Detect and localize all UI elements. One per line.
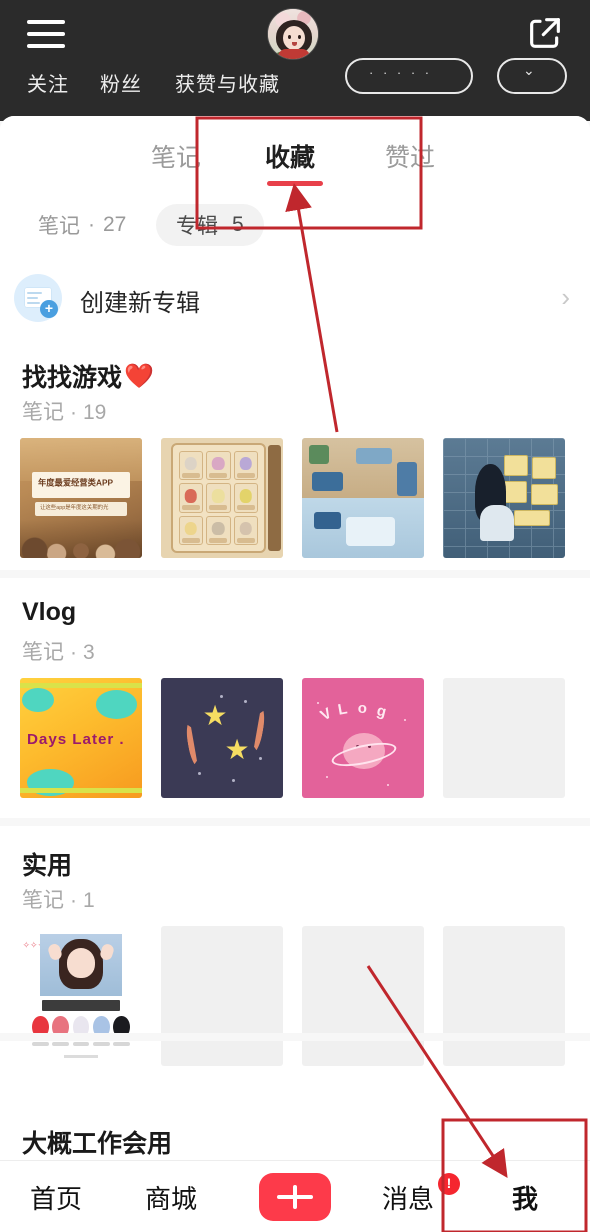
messages-badge: !	[438, 1173, 460, 1195]
thumb-subcaption: 让这些app是年度这关期的光	[40, 505, 109, 511]
album-section[interactable]: Vlog 笔记 · 3 Days Later . ★ ★ V L o g	[0, 578, 590, 826]
thumb-empty-slot[interactable]	[161, 926, 283, 1066]
thumb-stars-night[interactable]: ★ ★	[161, 678, 283, 798]
album-meta: 笔记 · 1	[22, 884, 95, 914]
album-add-icon: +	[14, 274, 62, 322]
next-album-title: 大概工作会用	[22, 1130, 173, 1158]
edit-profile-label: · · · · ·	[369, 65, 433, 80]
thumb-character-grid[interactable]	[161, 438, 283, 558]
stat-likes-collections[interactable]: 获赞与收藏	[175, 68, 280, 97]
thumb-color-palette[interactable]: ✧✧✧	[20, 926, 142, 1066]
album-meta-label: 笔记	[22, 641, 64, 664]
album-section[interactable]: 找找游戏 ❤️ 笔记 · 19 年度最爱经营类APP 让这些app是年度这关期的光	[0, 338, 590, 578]
chip-notes-count: 27	[103, 213, 127, 236]
chip-notes-sep: ·	[88, 213, 95, 236]
album-meta-count: 1	[83, 889, 95, 912]
hamburger-menu-icon[interactable]	[27, 20, 65, 48]
album-meta-dot: ·	[70, 889, 77, 912]
heart-emoji-icon: ❤️	[124, 362, 154, 390]
thumb-empty-slot[interactable]	[443, 678, 565, 798]
album-meta: 笔记 · 3	[22, 636, 95, 666]
thumb-caption: 年度最爱经营类APP	[38, 478, 114, 488]
album-divider	[0, 570, 590, 578]
thumb-empty-slot[interactable]	[302, 926, 424, 1066]
thumb-empty-slot[interactable]	[443, 926, 565, 1066]
content-tabs: 笔记 收藏 赞过	[0, 116, 590, 193]
album-meta-count: 3	[83, 641, 95, 664]
album-thumbnails: Days Later . ★ ★ V L o g	[20, 678, 576, 798]
album-section[interactable]: 实用 笔记 · 1 ✧✧✧	[0, 826, 590, 1066]
chevron-down-icon: ⌄	[523, 62, 535, 78]
album-title-text: 找找游戏	[22, 364, 123, 392]
album-meta-dot: ·	[70, 641, 77, 664]
thumb-girl-wall-notes[interactable]	[443, 438, 565, 558]
album-meta-count: 19	[83, 401, 107, 424]
app-root: 关注 粉丝 获赞与收藏 · · · · · ⌄ 笔记 收藏 赞过 笔记 · 27	[0, 0, 590, 1232]
filter-chips-row: 笔记 · 27 专辑 5	[0, 192, 590, 266]
chip-notes[interactable]: 笔记 · 27	[18, 204, 146, 246]
album-divider	[0, 1033, 590, 1041]
thumb-caption: Days Later .	[27, 731, 125, 748]
album-meta-dot: ·	[70, 401, 77, 424]
tab-collections[interactable]: 收藏	[265, 138, 315, 174]
avatar[interactable]	[267, 8, 319, 60]
create-album-row[interactable]: + 创建新专辑 ›	[0, 258, 590, 346]
nav-shop[interactable]: 商城	[145, 1179, 197, 1216]
album-meta-label: 笔记	[22, 401, 64, 424]
stat-followers[interactable]: 粉丝	[100, 68, 142, 97]
album-title: Vlog	[22, 598, 78, 627]
edit-profile-button[interactable]: · · · · ·	[345, 58, 473, 94]
nav-home[interactable]: 首页	[30, 1179, 82, 1216]
next-album-peek[interactable]: 大概工作会用	[0, 1120, 590, 1160]
album-title: 找找游戏 ❤️	[22, 358, 154, 394]
chip-albums-count: 5	[232, 213, 244, 236]
thumb-pixel-room[interactable]	[302, 438, 424, 558]
nav-me[interactable]: 我	[512, 1179, 538, 1216]
thumb-game-management-app[interactable]: 年度最爱经营类APP 让这些app是年度这关期的光	[20, 438, 142, 558]
content-sheet: 笔记 收藏 赞过 笔记 · 27 专辑 5 + 创建新专辑 › 找找游戏 ❤️ …	[0, 116, 590, 1232]
bottom-navigation-bar: 首页 商城 消息 ! 我	[0, 1160, 590, 1232]
album-thumbnails: ✧✧✧	[20, 926, 576, 1066]
album-title: 实用	[22, 846, 72, 882]
chip-albums[interactable]: 专辑 5	[156, 204, 264, 246]
nav-messages[interactable]: 消息	[382, 1179, 434, 1216]
album-meta: 笔记 · 19	[22, 396, 106, 426]
stat-following[interactable]: 关注	[27, 68, 69, 97]
chip-notes-label: 笔记	[38, 215, 80, 238]
create-album-label: 创建新专辑	[80, 290, 200, 317]
album-title-text: 实用	[22, 852, 73, 880]
chevron-right-icon: ›	[561, 282, 570, 312]
album-title-text: Vlog	[22, 598, 77, 626]
profile-dark-header: 关注 粉丝 获赞与收藏 · · · · · ⌄	[0, 0, 590, 121]
share-external-icon[interactable]	[525, 13, 565, 53]
album-meta-label: 笔记	[22, 889, 64, 912]
nav-create-post-button[interactable]	[259, 1173, 331, 1221]
tab-liked[interactable]: 赞过	[385, 138, 435, 174]
chip-albums-label: 专辑	[176, 215, 218, 238]
thumb-vlog-planet[interactable]: V L o g	[302, 678, 424, 798]
thumb-days-later[interactable]: Days Later .	[20, 678, 142, 798]
more-actions-button[interactable]: ⌄	[497, 58, 567, 94]
album-divider	[0, 818, 590, 826]
active-tab-indicator	[267, 181, 323, 186]
tab-notes[interactable]: 笔记	[151, 138, 201, 174]
album-thumbnails: 年度最爱经营类APP 让这些app是年度这关期的光	[20, 438, 576, 558]
